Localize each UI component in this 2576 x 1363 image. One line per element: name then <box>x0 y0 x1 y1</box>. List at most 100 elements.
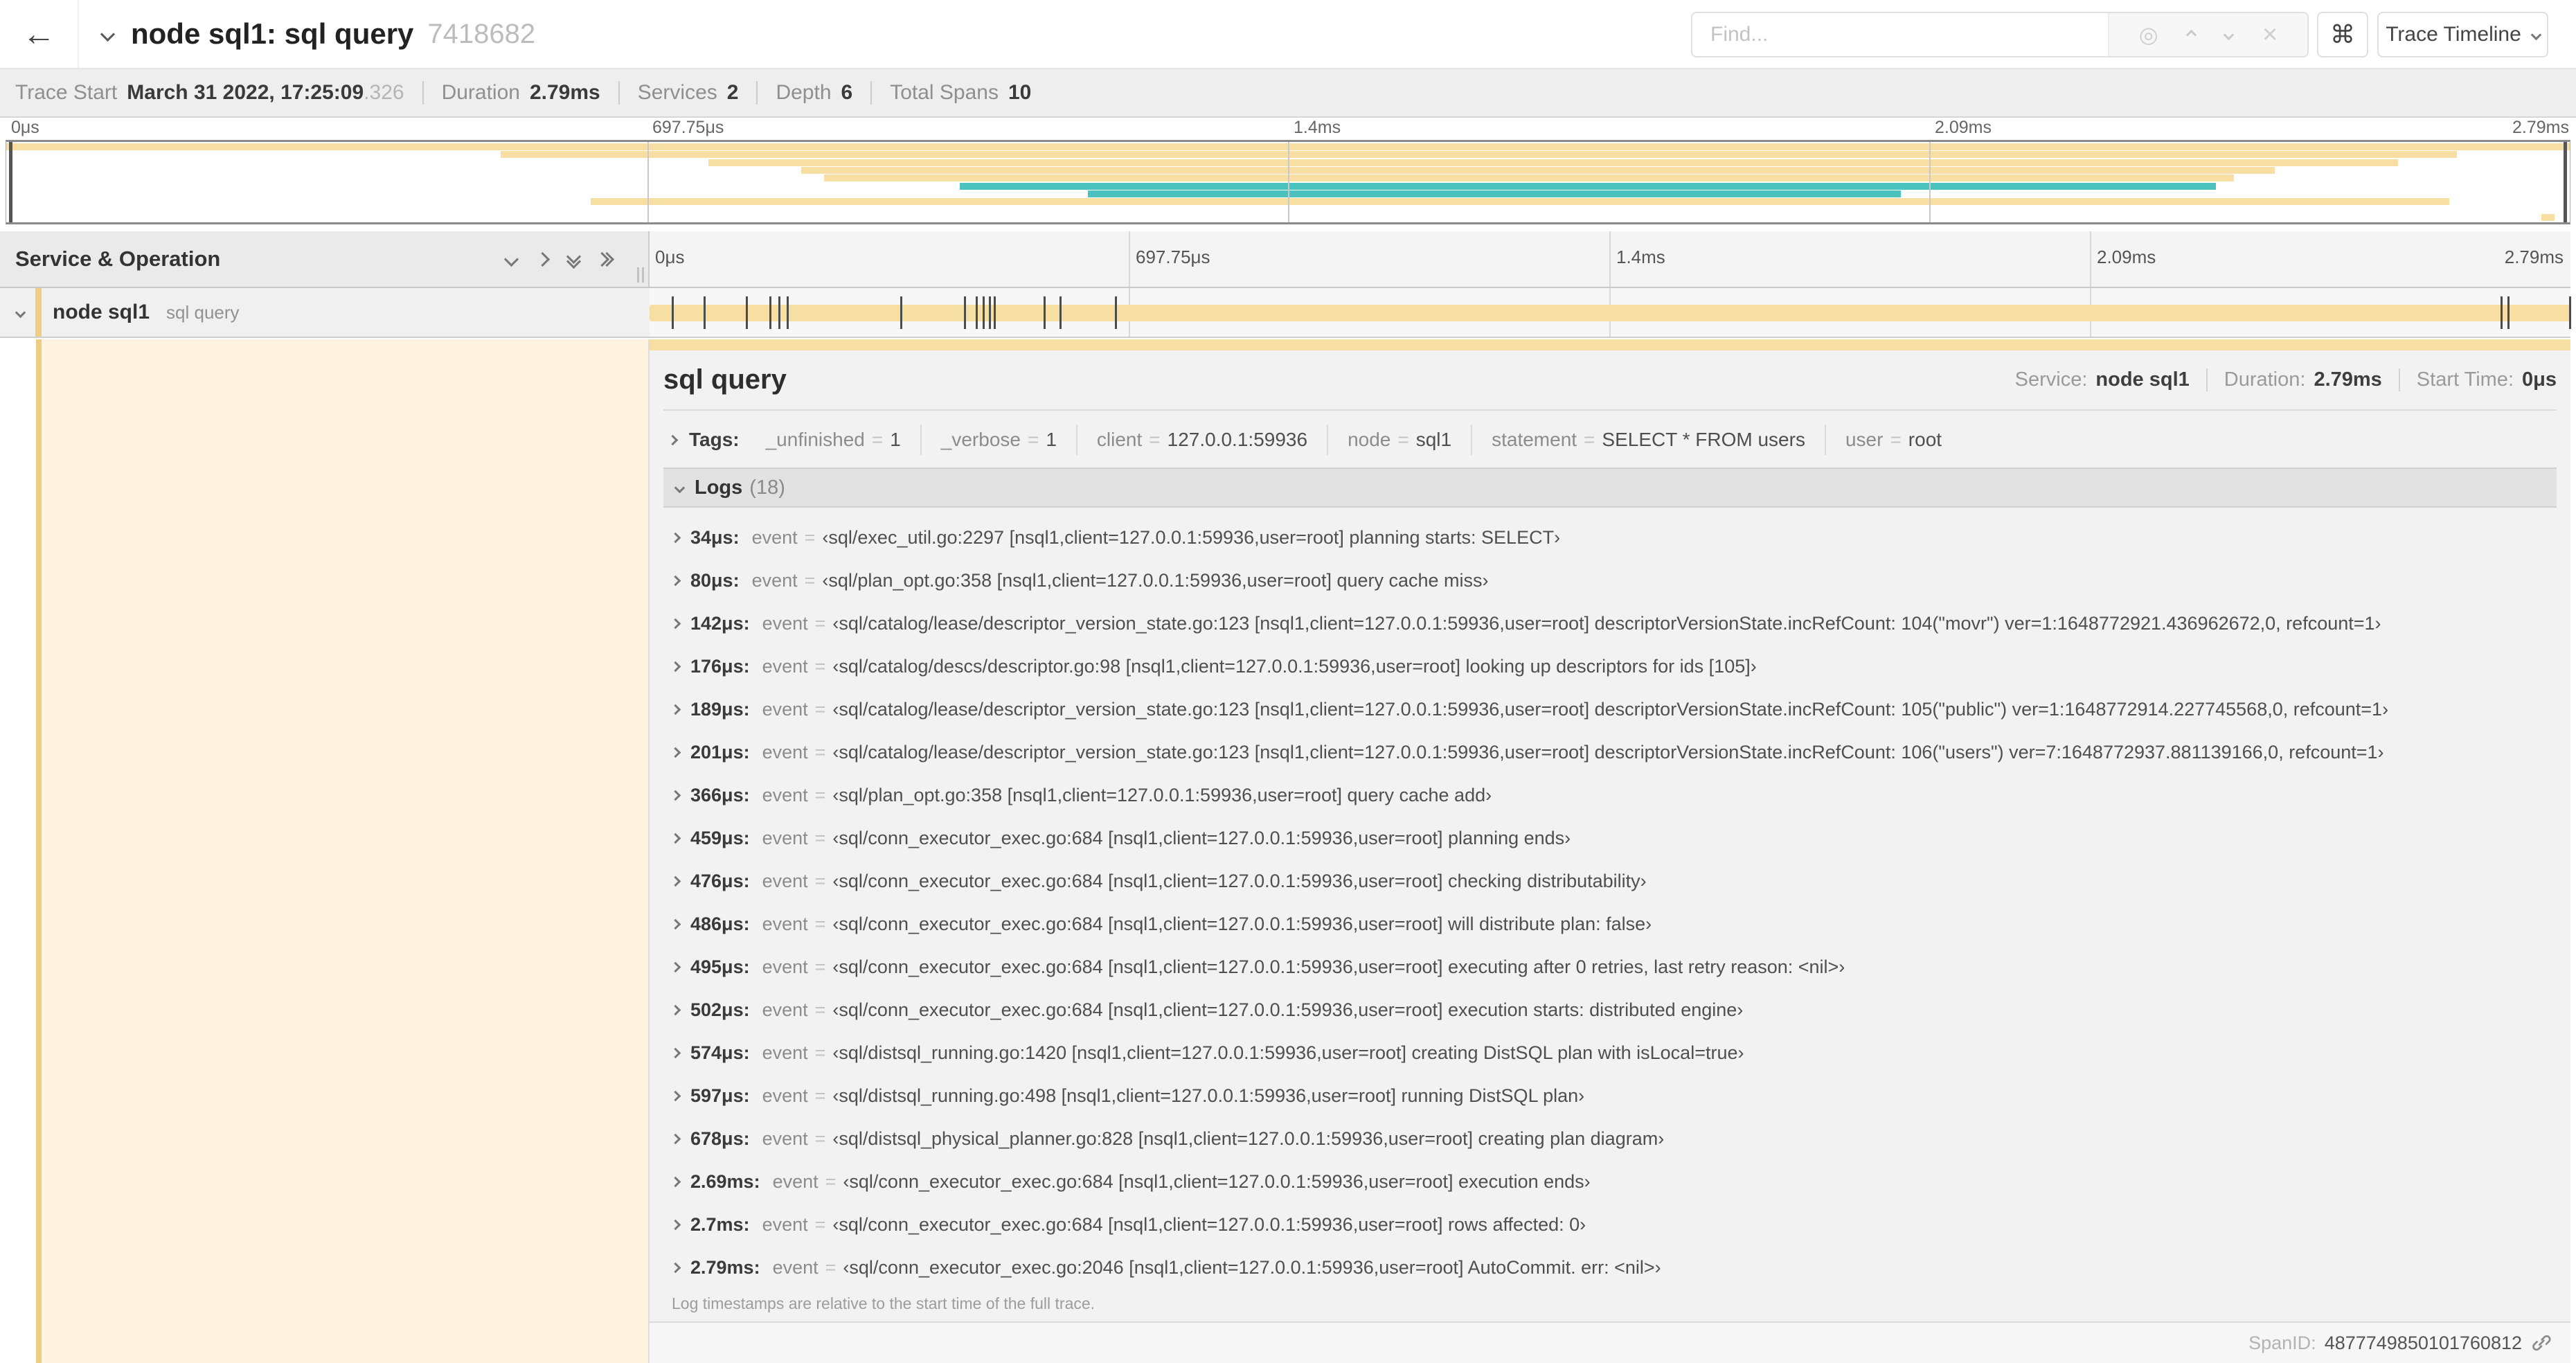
minimap-right-scrubber-handle[interactable] <box>2564 142 2567 222</box>
log-expand-icon[interactable] <box>670 1047 681 1058</box>
log-marker-tick[interactable] <box>2507 296 2510 329</box>
log-rows: 34μs: event = ‹sql/exec_util.go:2297 [nsql1… <box>663 516 2557 1289</box>
span-duration-bar[interactable] <box>650 305 2570 321</box>
minimap-left-scrubber-handle[interactable] <box>9 142 12 222</box>
expand-one-icon[interactable] <box>535 251 551 267</box>
log-row[interactable]: 495μs: event = ‹sql/conn_executor_exec.go:6… <box>663 945 2557 988</box>
log-expand-icon[interactable] <box>670 704 681 715</box>
collapse-all-icon[interactable] <box>566 249 582 269</box>
tag-item: statement = SELECT * FROM users <box>1471 425 1825 455</box>
log-marker-tick[interactable] <box>778 296 780 329</box>
keyboard-shortcuts-button[interactable]: ⌘ <box>2317 12 2368 57</box>
log-row[interactable]: 476μs: event = ‹sql/conn_executor_exec.go:6… <box>663 859 2557 902</box>
tags-section[interactable]: Tags: _unfinished = 1 _verbose = 1 client = 127.… <box>663 425 2557 455</box>
log-expand-icon[interactable] <box>670 1004 681 1015</box>
log-expand-icon[interactable] <box>670 961 681 972</box>
find-input[interactable]: Find... <box>1692 13 2108 56</box>
log-expand-icon[interactable] <box>670 1176 681 1187</box>
log-marker-tick[interactable] <box>703 296 706 329</box>
log-row[interactable]: 597μs: event = ‹sql/distsql_running.go:498 … <box>663 1074 2557 1117</box>
log-marker-tick[interactable] <box>983 296 985 329</box>
log-row[interactable]: 2.79ms: event = ‹sql/conn_executor_exec.go:… <box>663 1246 2557 1289</box>
log-expand-icon[interactable] <box>670 1133 681 1144</box>
log-row[interactable]: 2.7ms: event = ‹sql/conn_executor_exec.go:6… <box>663 1203 2557 1246</box>
log-field-key: event <box>762 698 808 720</box>
log-marker-tick[interactable] <box>989 296 992 329</box>
collapse-trace-icon[interactable] <box>100 26 116 42</box>
minimap-span-bar <box>800 166 2275 174</box>
log-marker-tick[interactable] <box>746 296 749 329</box>
minimap-gridline <box>1929 142 1931 222</box>
log-row[interactable]: 366μs: event = ‹sql/plan_opt.go:358 [nsql1,… <box>663 774 2557 817</box>
log-marker-tick[interactable] <box>976 296 978 329</box>
span-collapse-icon[interactable] <box>15 307 26 318</box>
log-expand-icon[interactable] <box>670 575 681 586</box>
span-name-cell[interactable]: node sql1 sql query <box>0 288 650 337</box>
log-field-value: ‹sql/catalog/lease/descriptor_version_st… <box>832 612 2381 634</box>
log-marker-tick[interactable] <box>900 296 902 329</box>
trace-minimap[interactable] <box>6 140 2570 224</box>
log-marker-tick[interactable] <box>2500 296 2503 329</box>
log-expand-icon[interactable] <box>670 832 681 844</box>
copy-link-icon[interactable] <box>2530 1332 2552 1354</box>
log-expand-icon[interactable] <box>670 1219 681 1230</box>
log-marker-tick[interactable] <box>2569 296 2571 329</box>
collapse-one-icon[interactable] <box>503 251 519 267</box>
log-field-value: ‹sql/distsql_running.go:1420 [nsql1,clie… <box>832 1042 1744 1063</box>
expand-all-icon[interactable] <box>594 251 615 267</box>
log-marker-tick[interactable] <box>1115 296 1118 329</box>
log-marker-tick[interactable] <box>786 296 789 329</box>
span-id-footer: SpanID: 4877749850101760812 <box>650 1321 2570 1363</box>
log-marker-tick[interactable] <box>994 296 996 329</box>
log-row[interactable]: 486μs: event = ‹sql/conn_executor_exec.go:6… <box>663 902 2557 945</box>
find-next-icon[interactable] <box>2223 29 2235 40</box>
back-button[interactable]: ← <box>0 0 79 68</box>
clear-find-icon[interactable]: × <box>2262 21 2278 48</box>
duration-stat: Duration 2.79ms <box>422 81 600 105</box>
find-prev-icon[interactable] <box>2186 29 2197 40</box>
logs-collapse-icon[interactable] <box>674 482 686 493</box>
log-field-value: ‹sql/plan_opt.go:358 [nsql1,client=127.0… <box>832 784 1492 805</box>
log-row[interactable]: 189μs: event = ‹sql/catalog/lease/descripto… <box>663 688 2557 731</box>
log-expand-icon[interactable] <box>670 618 681 629</box>
minimap-gridline <box>647 142 649 222</box>
log-row[interactable]: 201μs: event = ‹sql/catalog/lease/descripto… <box>663 731 2557 774</box>
log-marker-tick[interactable] <box>1059 296 1062 329</box>
chevron-down-icon <box>2530 29 2542 40</box>
log-row[interactable]: 459μs: event = ‹sql/conn_executor_exec.go:6… <box>663 817 2557 859</box>
log-row[interactable]: 678μs: event = ‹sql/distsql_physical_planne… <box>663 1117 2557 1160</box>
log-row[interactable]: 142μs: event = ‹sql/catalog/lease/descripto… <box>663 602 2557 645</box>
tags-expand-icon[interactable] <box>667 434 679 445</box>
log-marker-tick[interactable] <box>671 296 674 329</box>
log-row[interactable]: 574μs: event = ‹sql/distsql_running.go:1420… <box>663 1031 2557 1074</box>
log-expand-icon[interactable] <box>670 918 681 929</box>
log-field-key: event <box>762 913 808 934</box>
log-row[interactable]: 502μs: event = ‹sql/conn_executor_exec.go:6… <box>663 988 2557 1031</box>
log-expand-icon[interactable] <box>670 532 681 543</box>
locate-icon[interactable]: ◎ <box>2139 24 2158 46</box>
logs-section-header[interactable]: Logs (18) <box>663 467 2557 508</box>
log-row[interactable]: 2.69ms: event = ‹sql/conn_executor_exec.go:… <box>663 1160 2557 1203</box>
detail-row-highlight <box>42 339 650 1363</box>
log-row[interactable]: 176μs: event = ‹sql/catalog/descs/descripto… <box>663 645 2557 688</box>
log-expand-icon[interactable] <box>670 1262 681 1273</box>
log-expand-icon[interactable] <box>670 875 681 887</box>
log-field-value: ‹sql/conn_executor_exec.go:684 [nsql1,cl… <box>832 1213 1586 1235</box>
log-row[interactable]: 34μs: event = ‹sql/exec_util.go:2297 [nsql1… <box>663 516 2557 559</box>
column-resizer-handle[interactable] <box>637 267 644 283</box>
minimap-span-bar <box>960 182 2217 190</box>
log-marker-tick[interactable] <box>964 296 967 329</box>
minimap-span-bar <box>2541 213 2555 221</box>
log-row[interactable]: 80μs: event = ‹sql/plan_opt.go:358 [nsql1,c… <box>663 559 2557 602</box>
ruler-tick-label: 697.75μs <box>1129 231 1609 287</box>
log-field-value: ‹sql/conn_executor_exec.go:684 [nsql1,cl… <box>832 956 1845 977</box>
log-expand-icon[interactable] <box>670 1090 681 1101</box>
log-expand-icon[interactable] <box>670 661 681 672</box>
log-marker-tick[interactable] <box>1043 296 1046 329</box>
span-timeline-cell[interactable] <box>650 288 2571 337</box>
view-selector-button[interactable]: Trace Timeline <box>2377 12 2548 57</box>
log-expand-icon[interactable] <box>670 747 681 758</box>
log-marker-tick[interactable] <box>769 296 771 329</box>
log-expand-icon[interactable] <box>670 790 681 801</box>
span-row[interactable]: node sql1 sql query <box>0 288 2571 338</box>
